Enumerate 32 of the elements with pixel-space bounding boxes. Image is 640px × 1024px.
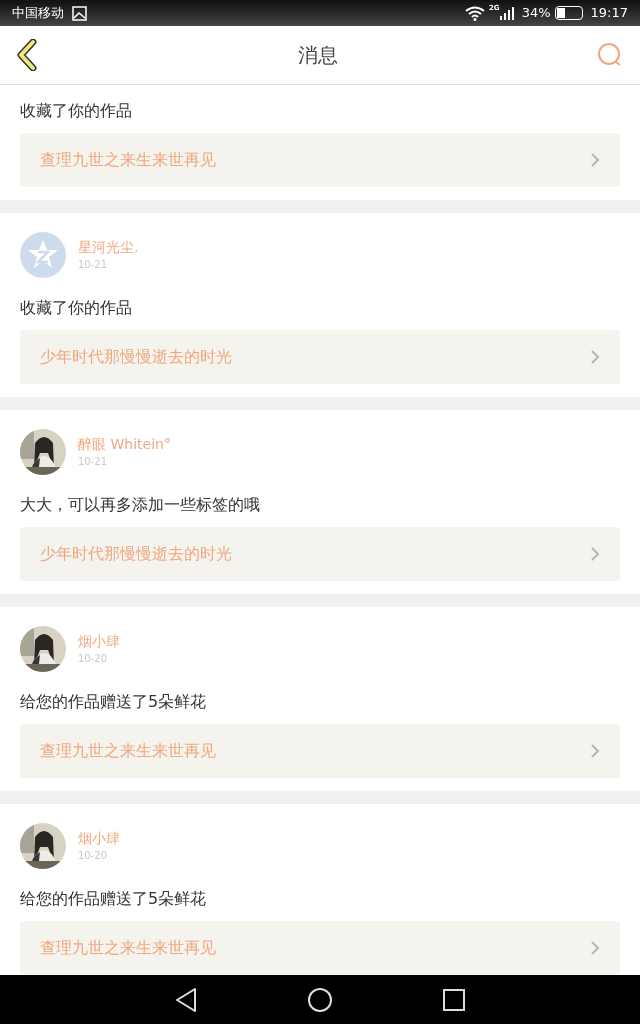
message-text: 给您的作品赠送了5朵鲜花 (20, 888, 208, 910)
image-icon (72, 5, 87, 21)
work-link[interactable]: 查理九世之来生来世再见 (20, 724, 620, 778)
battery-percent: 34% (521, 4, 551, 23)
chevron-right-icon (590, 349, 600, 365)
avatar-icon (20, 232, 66, 278)
message-text: 收藏了你的作品 (20, 297, 133, 319)
work-link[interactable]: 少年时代那慢慢逝去的时光 (20, 330, 620, 384)
back-nav-button[interactable] (174, 986, 199, 1013)
message-text: 收藏了你的作品 (20, 100, 133, 122)
home-nav-button[interactable] (307, 986, 333, 1013)
page-title: 消息 (298, 42, 338, 69)
user-name[interactable]: 星河光尘. (78, 237, 139, 257)
signal-icon (499, 6, 514, 20)
chevron-right-icon (590, 152, 600, 168)
wifi-icon (465, 5, 485, 21)
back-button[interactable] (16, 38, 40, 72)
work-link[interactable]: 少年时代那慢慢逝去的时光 (20, 527, 620, 581)
battery-icon (554, 6, 583, 20)
recents-nav-button[interactable] (441, 987, 466, 1012)
chevron-right-icon (590, 546, 600, 562)
user-name[interactable]: 烟小肆 (78, 631, 120, 651)
chevron-right-icon (590, 940, 600, 956)
message-text: 大大，可以再多添加一些标签的哦 (20, 494, 261, 516)
chevron-right-icon (590, 743, 600, 759)
work-link[interactable]: 查理九世之来生来世再见 (20, 133, 620, 187)
message-text: 给您的作品赠送了5朵鲜花 (20, 691, 208, 713)
clock: 19:17 (590, 4, 628, 23)
work-link[interactable]: 查理九世之来生来世再见 (20, 921, 620, 975)
user-name[interactable]: 烟小肆 (78, 828, 120, 848)
carrier-label: 中国移动 (12, 4, 64, 23)
user-name[interactable]: 醉眼 Whitein° (78, 434, 171, 454)
